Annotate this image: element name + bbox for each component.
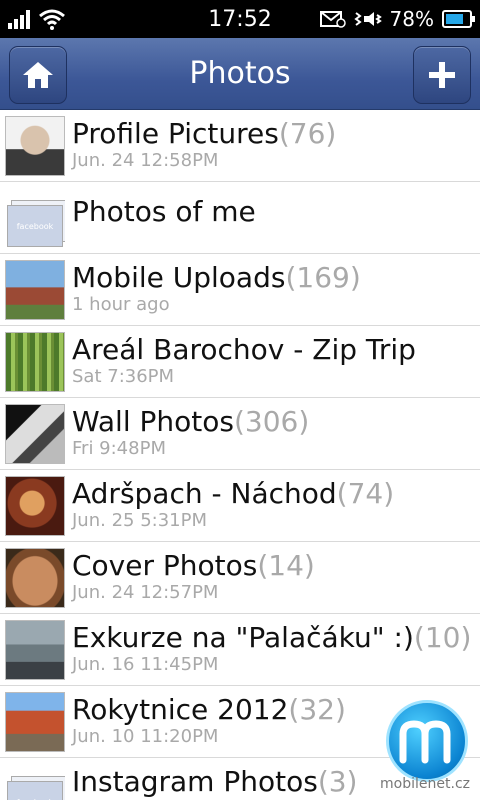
email-notification-icon (319, 11, 346, 28)
home-button[interactable] (9, 46, 67, 104)
watermark-logo-icon (386, 700, 468, 782)
wifi-icon (39, 9, 65, 30)
album-title: Photos of me (72, 195, 256, 228)
title-bar: Photos (0, 38, 480, 110)
m-letter-icon (399, 720, 451, 764)
album-title: Wall Photos(306) (72, 405, 310, 438)
watermark-text: mobilenet.cz (380, 776, 470, 792)
album-row-cover-photos[interactable]: Cover Photos(14) Jun. 24 12:57PM (0, 542, 480, 614)
album-title: Areál Barochov - Zip Trip (72, 333, 416, 366)
album-row-wall-photos[interactable]: Wall Photos(306) Fri 9:48PM (0, 398, 480, 470)
album-title: Exkurze na "Palačáku" :)(10) (72, 621, 472, 654)
album-title: Cover Photos(14) (72, 549, 315, 582)
home-icon (23, 62, 53, 88)
album-updated: Fri 9:48PM (72, 438, 166, 459)
status-bar: 17:52 78% (0, 0, 480, 38)
album-row-photos-of-me[interactable]: facebook Photos of me (0, 182, 480, 254)
watermark: mobilenet.cz (370, 690, 480, 800)
battery-percent: 78% (389, 7, 434, 31)
album-updated: Sat 7:36PM (72, 366, 175, 387)
album-thumbnail (5, 548, 65, 608)
album-thumbnail (5, 404, 65, 464)
album-thumbnail (5, 692, 65, 752)
album-row-adrspach-nachod[interactable]: Adršpach - Náchod(74) Jun. 25 5:31PM (0, 470, 480, 542)
plus-icon (429, 62, 455, 88)
album-thumbnail (5, 260, 65, 320)
page-title: Photos (189, 56, 291, 91)
facebook-placeholder-label: facebook (16, 221, 54, 231)
album-updated: Jun. 24 12:58PM (72, 150, 219, 171)
album-placeholder-thumbnail: facebook (5, 764, 65, 800)
album-title: Adršpach - Náchod(74) (72, 477, 395, 510)
battery-icon (442, 10, 475, 28)
album-row-exkurze-palacaku[interactable]: Exkurze na "Palačáku" :)(10) Jun. 16 11:… (0, 614, 480, 686)
add-button[interactable] (413, 46, 471, 104)
album-updated: 1 hour ago (72, 294, 170, 315)
album-updated: Jun. 16 11:45PM (72, 654, 219, 675)
album-thumbnail (5, 332, 65, 392)
battery-level (446, 14, 464, 24)
album-row-profile-pictures[interactable]: Profile Pictures(76) Jun. 24 12:58PM (0, 110, 480, 182)
album-updated: Jun. 24 12:57PM (72, 582, 219, 603)
album-updated: Jun. 25 5:31PM (72, 510, 207, 531)
album-row-areal-barochov[interactable]: Areál Barochov - Zip Trip Sat 7:36PM (0, 326, 480, 398)
album-title: Mobile Uploads(169) (72, 261, 361, 294)
album-title: Profile Pictures(76) (72, 117, 337, 150)
album-thumbnail (5, 620, 65, 680)
album-thumbnail (5, 476, 65, 536)
album-placeholder-thumbnail: facebook (5, 188, 65, 248)
album-row-mobile-uploads[interactable]: Mobile Uploads(169) 1 hour ago (0, 254, 480, 326)
album-thumbnail (5, 116, 65, 176)
vibrate-mode-icon (353, 12, 382, 26)
signal-strength-icon (8, 9, 30, 29)
